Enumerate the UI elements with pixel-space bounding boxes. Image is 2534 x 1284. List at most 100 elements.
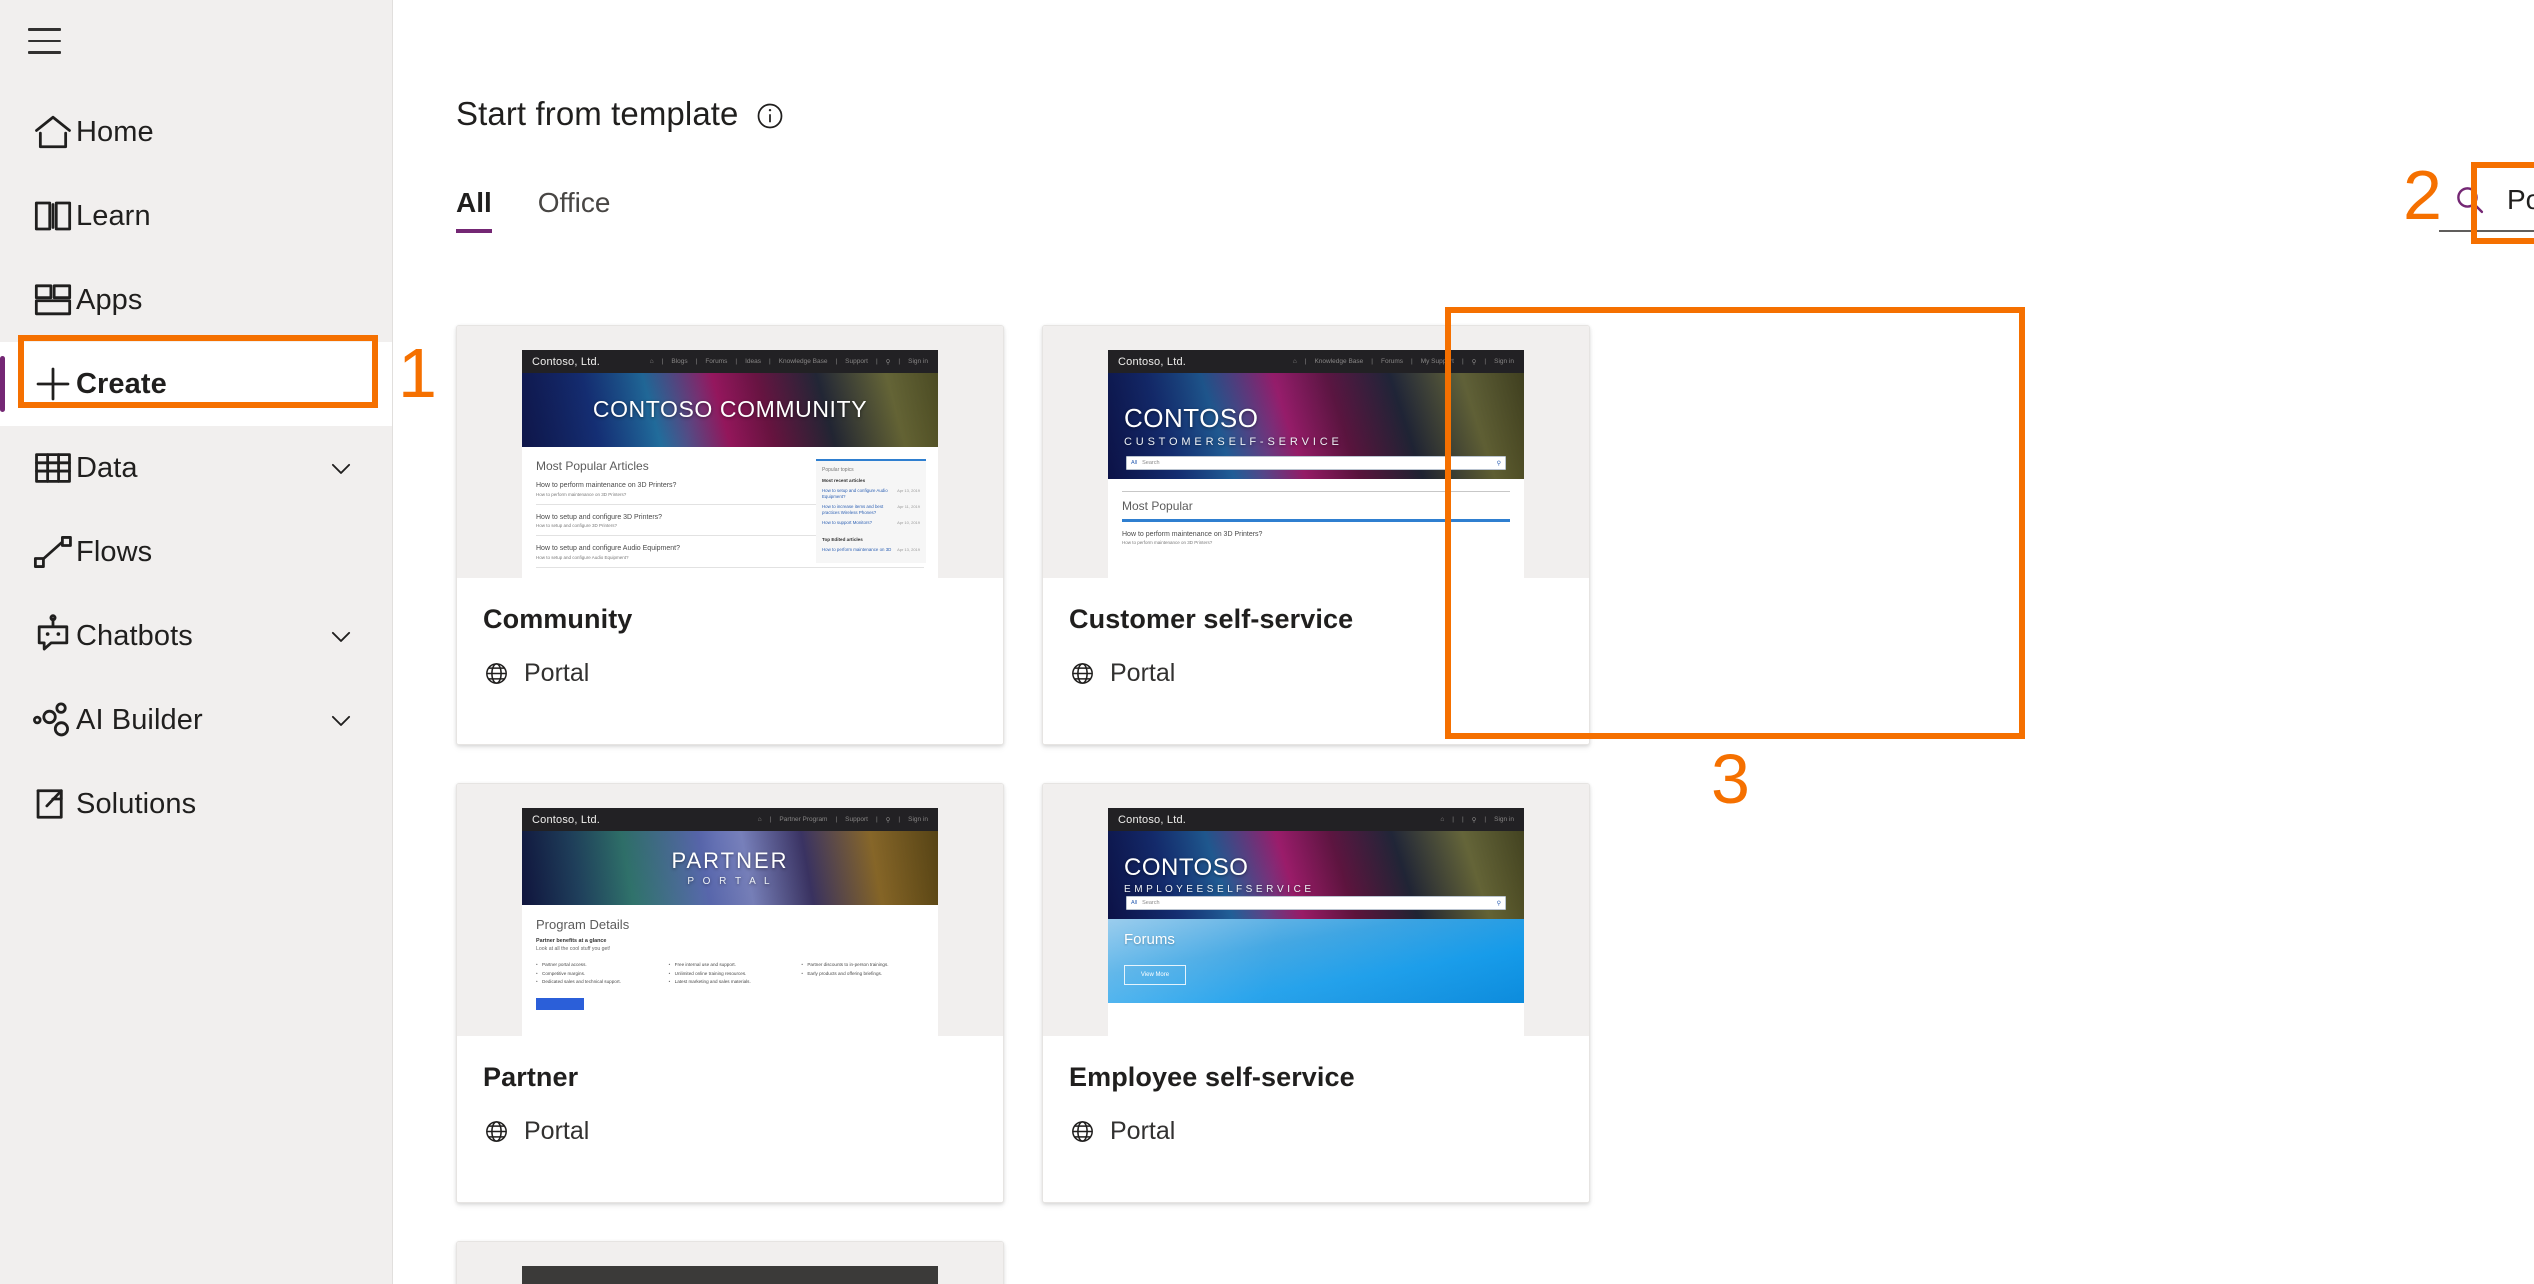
template-card-body: Customer self-service Portal	[1043, 578, 1589, 744]
template-card-meta: Portal	[483, 659, 977, 688]
template-card-body: Community Portal	[457, 578, 1003, 744]
chevron-down-icon[interactable]	[326, 705, 356, 735]
mini-benefit-item: Dedicated sales and technical support.	[536, 979, 659, 984]
search-icon	[2453, 183, 2487, 217]
hamburger-icon[interactable]	[28, 18, 88, 64]
sidebar-item-ai-builder[interactable]: AI Builder	[0, 678, 392, 762]
chevron-down-icon[interactable]	[326, 453, 356, 483]
mini-panel-date: Apr 13, 2019	[897, 546, 920, 552]
mini-nav-links: ⌂ | | ⚲ | Sign in	[1440, 816, 1514, 824]
mini-body: Program Details Partner benefits at a gl…	[522, 905, 938, 1022]
mini-section-heading: Most Popular	[1122, 499, 1193, 513]
sidebar-item-label: Learn	[76, 199, 151, 232]
sidebar-nav-list: Home Learn Apps Create Data Flows Chatbots AI B…	[0, 90, 392, 846]
mini-nav-links: ⌂ | Knowledge Base | Forums | My Support | ⚲ | Sig…	[1292, 358, 1514, 366]
template-card-type: Portal	[1110, 1117, 1176, 1145]
mini-nav-links: ⌂ | Partner Program | Support | ⚲ | Sign in	[757, 816, 928, 824]
sidebar-item-label: Create	[76, 367, 167, 400]
mini-hero-title: PARTNER	[671, 848, 789, 874]
mini-brand: Contoso, Ltd.	[1118, 813, 1187, 826]
mini-hero-subtitle: P O R T A L	[687, 875, 773, 887]
tab-office[interactable]: Office	[538, 187, 611, 233]
template-card-customer-portal[interactable]: Dynamics 365 Supply Chain Management Cus…	[456, 1241, 1004, 1284]
mini-nav-links: ⌂ | Blogs | Forums | Ideas | Knowledge Base | Supp…	[649, 358, 928, 366]
search-box[interactable]	[2439, 170, 2534, 232]
sidebar-item-label: Home	[76, 115, 154, 148]
template-card-title: Employee self-service	[1069, 1062, 1355, 1092]
table-icon	[30, 448, 76, 488]
template-card-partner[interactable]: Contoso, Ltd. ⌂ | Partner Program | Support |…	[456, 783, 1004, 1203]
tab-all[interactable]: All	[456, 187, 492, 233]
template-card-community[interactable]: Contoso, Ltd. ⌂ | Blogs | Forums | Ideas | Knowl…	[456, 325, 1004, 745]
sidebar-item-chatbots[interactable]: Chatbots	[0, 594, 392, 678]
template-card-type: Portal	[1110, 659, 1176, 687]
mini-benefit-item: Partner discounts to in-person trainings…	[801, 962, 924, 967]
sidebar-item-create[interactable]: Create	[0, 342, 392, 426]
template-card-employee-self-service[interactable]: Contoso, Ltd. ⌂ | | ⚲ | Sign in CONTOSO E M P…	[1042, 783, 1590, 1203]
template-card-grid: Contoso, Ltd. ⌂ | Blogs | Forums | Ideas | Knowl…	[456, 325, 2156, 1284]
sidebar-item-data[interactable]: Data	[0, 426, 392, 510]
book-icon	[30, 196, 76, 236]
mini-forums-band: Forums View More	[1108, 919, 1524, 1003]
mini-panel-subheading: Most recent articles	[822, 478, 866, 483]
mini-benefit-item: Partner portal access.	[536, 962, 659, 967]
search-input[interactable]	[2507, 184, 2534, 216]
sidebar-item-label: AI Builder	[76, 703, 203, 736]
globe-icon	[483, 660, 510, 687]
template-card-customer-self-service[interactable]: Contoso, Ltd. ⌂ | Knowledge Base | Forums | My…	[1042, 325, 1590, 745]
sidebar-item-flows[interactable]: Flows	[0, 510, 392, 594]
mini-hero: CONTOSO C U S T O M E R S E L F - S E R …	[1108, 373, 1524, 479]
home-icon	[30, 112, 76, 152]
mini-brand: Contoso, Ltd.	[1118, 355, 1187, 368]
template-card-type: Portal	[524, 659, 590, 687]
template-card-meta: Portal	[1069, 659, 1563, 688]
sidebar-item-apps[interactable]: Apps	[0, 258, 392, 342]
sidebar-item-label: Flows	[76, 535, 153, 568]
flow-icon	[30, 532, 76, 572]
mini-forums-heading: Forums	[1124, 931, 1175, 948]
template-card-type: Portal	[524, 1117, 590, 1145]
left-navigation-sidebar: Home Learn Apps Create Data Flows Chatbots AI B…	[0, 0, 393, 1284]
template-filter-tabs: All Office	[456, 177, 2534, 233]
mini-side-panel: Popular topics Most recent articles How …	[816, 459, 926, 563]
mini-search-scope: All	[1131, 900, 1138, 906]
sidebar-item-learn[interactable]: Learn	[0, 174, 392, 258]
template-thumbnail: Contoso, Ltd. ⌂ | Partner Program | Support |…	[457, 784, 1003, 1036]
mini-nav-bar: Contoso, Ltd. ⌂ | Blogs | Forums | Ideas | Knowl…	[522, 350, 938, 373]
sidebar-item-solutions[interactable]: Solutions	[0, 762, 392, 846]
sidebar-item-label: Data	[76, 451, 138, 484]
mini-brand: Contoso, Ltd.	[532, 355, 601, 368]
mini-hero-title: CONTOSO	[1124, 403, 1259, 434]
template-card-meta: Portal	[1069, 1117, 1563, 1146]
mini-panel-link: How to support Monitors?	[822, 519, 873, 525]
template-card-title: Customer self-service	[1069, 604, 1354, 634]
main-content-area: Start from template All Office Portal Co…	[393, 0, 2534, 1284]
mini-forums-button: View More	[1124, 965, 1186, 985]
mini-panel-link: How to increase items and best practices…	[822, 503, 884, 515]
globe-icon	[483, 1118, 510, 1145]
template-card-meta: Portal	[483, 1117, 977, 1146]
mini-panel-date: Apr 13, 2019	[897, 488, 920, 493]
ai-nodes-icon	[30, 700, 76, 740]
sidebar-item-label: Chatbots	[76, 619, 193, 652]
mini-body: Most Popular How to perform maintenance …	[1108, 479, 1524, 558]
sidebar-item-home[interactable]: Home	[0, 90, 392, 174]
chevron-down-icon[interactable]	[326, 621, 356, 651]
mini-search-bar: All Search ⚲	[1126, 896, 1506, 910]
search-container	[2439, 170, 2534, 232]
mini-lead-sub: Look at all the cool stuff you get!	[536, 946, 611, 952]
template-thumbnail: Dynamics 365 Supply Chain Management	[457, 1242, 1003, 1284]
mini-hero-title: CONTOSO	[1124, 853, 1249, 881]
template-card-body: Partner Portal	[457, 1036, 1003, 1202]
mini-panel-date: Apr 10, 2019	[897, 519, 920, 525]
mini-body: Most Popular Articles How to perform mai…	[522, 447, 938, 578]
dynamics365-tile: Dynamics 365 Supply Chain Management	[522, 1266, 938, 1284]
mini-panel-link: How to perform maintenance on 3D	[822, 546, 892, 552]
template-card-title: Community	[483, 604, 633, 634]
mini-hero: CONTOSO E M P L O Y E E S E L F S E R V …	[1108, 831, 1524, 919]
mini-search-icon: ⚲	[1496, 900, 1501, 907]
mini-accent-rule	[1122, 519, 1510, 522]
info-icon[interactable]	[755, 101, 785, 131]
mini-cta-button	[536, 997, 584, 1010]
mini-panel-link: How to setup and configure Audio Equipme…	[822, 488, 888, 499]
